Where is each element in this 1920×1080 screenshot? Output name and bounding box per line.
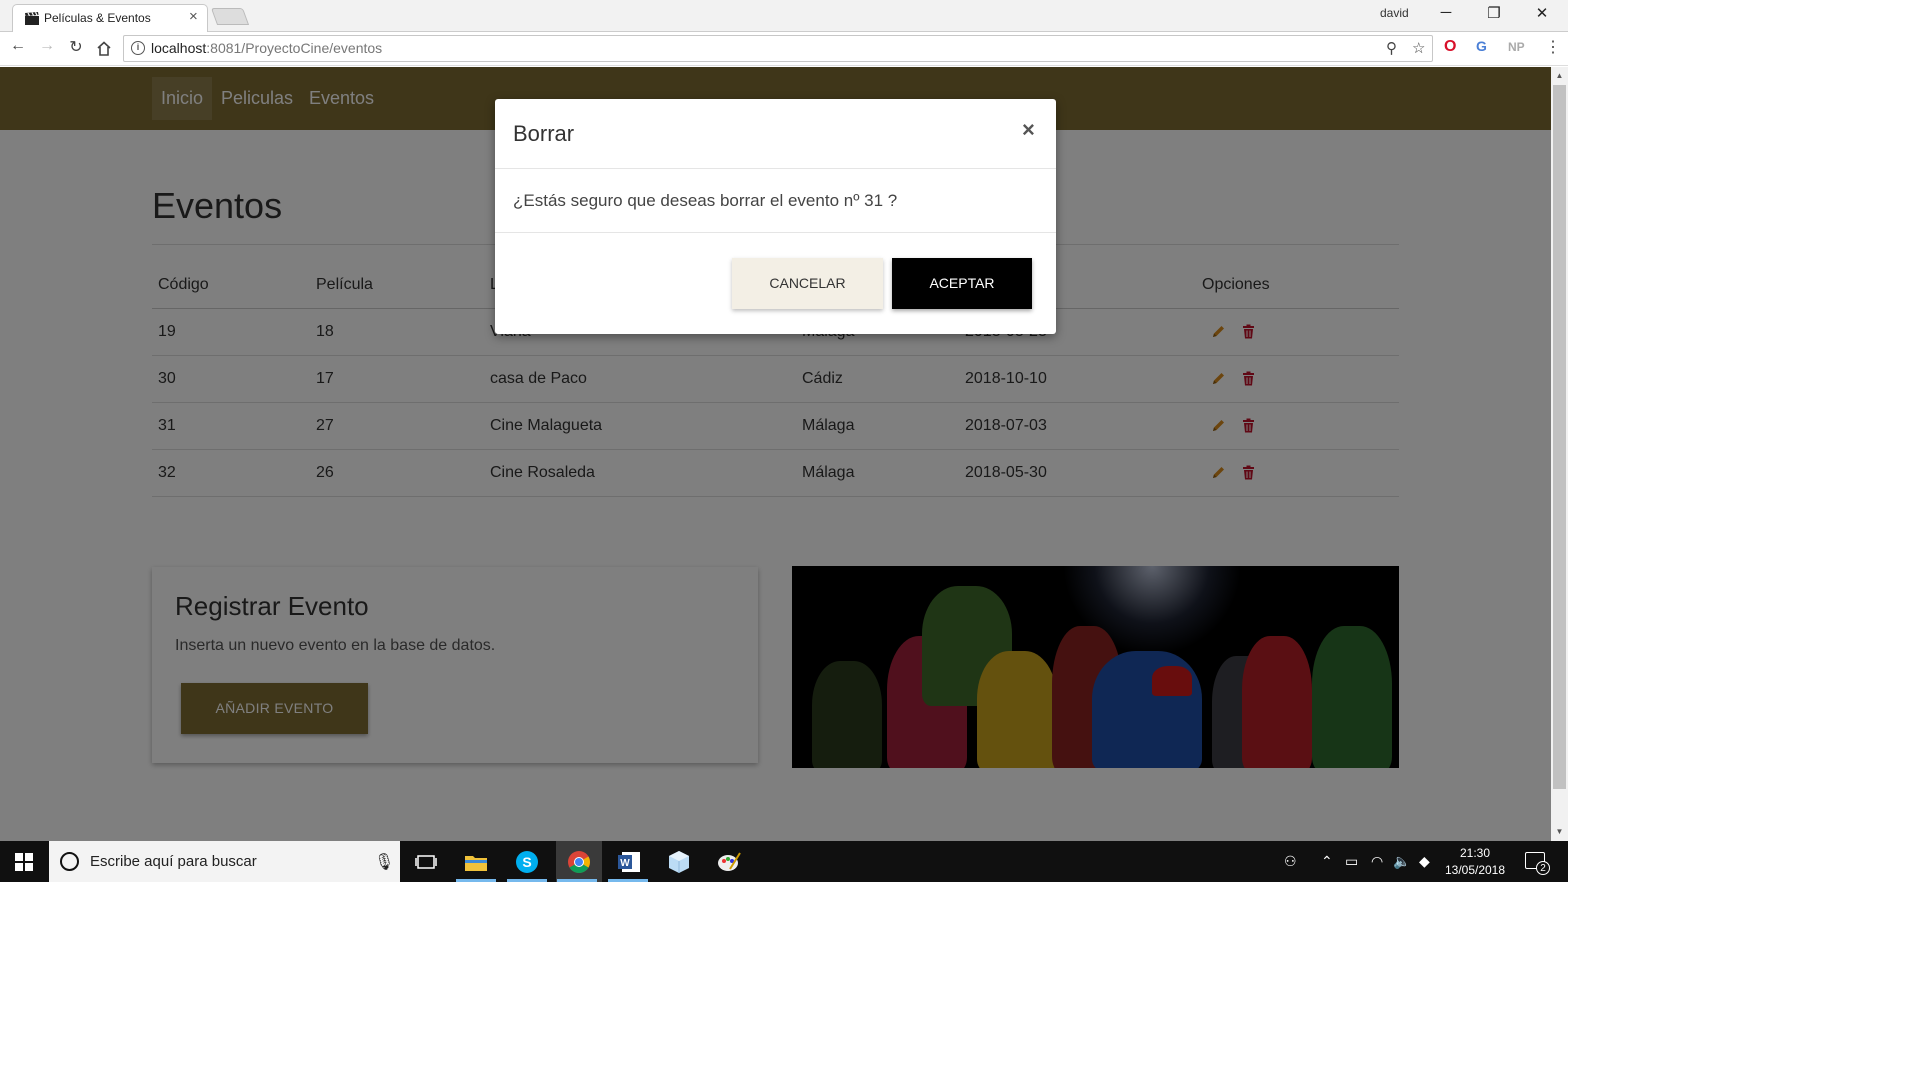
translate-icon[interactable]: G: [1476, 38, 1487, 54]
wifi-icon[interactable]: ◠: [1371, 853, 1383, 870]
windows-taskbar: Escribe aquí para buscar 🎙 S W ⚇ ⌃ ▭ ◠ 🔈…: [0, 841, 1568, 882]
svg-text:W: W: [620, 858, 630, 869]
tab-close-icon[interactable]: ×: [189, 8, 198, 25]
clapperboard-icon: [25, 12, 39, 25]
word-icon[interactable]: W: [616, 849, 642, 875]
close-icon[interactable]: ×: [1022, 117, 1035, 143]
paint-icon[interactable]: [716, 849, 742, 875]
browser-toolbar: ← → ↻ i localhost:8081/ProyectoCine/even…: [0, 32, 1568, 66]
profile-name[interactable]: david: [1380, 6, 1409, 20]
tab-title: Películas & Eventos: [44, 11, 151, 25]
skype-icon[interactable]: S: [514, 849, 540, 875]
browser-tabstrip: Películas & Eventos × david ─ ❐ ✕: [0, 0, 1568, 33]
3d-box-icon[interactable]: [666, 849, 692, 875]
chrome-icon[interactable]: [566, 849, 592, 875]
windows-start-icon[interactable]: [15, 853, 33, 871]
task-view-icon[interactable]: [413, 849, 439, 875]
modal-message: ¿Estás seguro que deseas borrar el event…: [513, 191, 898, 210]
scroll-thumb[interactable]: [1553, 85, 1566, 789]
menu-dots-icon[interactable]: ⋮: [1542, 37, 1564, 57]
taskbar-clock[interactable]: 21:30 13/05/2018: [1440, 845, 1510, 879]
page-content: Inicio Peliculas Eventos Eventos Código …: [0, 67, 1551, 841]
delete-confirm-modal: Borrar × ¿Estás seguro que deseas borrar…: [495, 99, 1056, 334]
forward-icon[interactable]: →: [36, 37, 58, 55]
browser-tab[interactable]: Películas & Eventos ×: [12, 4, 208, 33]
address-bar[interactable]: i localhost:8081/ProyectoCine/eventos ⚲ …: [123, 35, 1433, 62]
chevron-up-icon[interactable]: ⌃: [1321, 853, 1333, 870]
opera-icon[interactable]: O: [1444, 38, 1456, 56]
back-icon[interactable]: ←: [7, 37, 29, 55]
microphone-icon[interactable]: 🎙: [374, 852, 394, 872]
search-placeholder: Escribe aquí para buscar: [90, 853, 257, 870]
taskbar-search-input[interactable]: Escribe aquí para buscar 🎙: [49, 841, 400, 882]
accept-button[interactable]: ACEPTAR: [892, 258, 1032, 309]
reload-icon[interactable]: ↻: [65, 37, 87, 57]
bookmark-star-icon[interactable]: ☆: [1412, 39, 1425, 57]
file-explorer-icon[interactable]: [463, 849, 489, 875]
home-icon[interactable]: [96, 41, 112, 56]
page-scrollbar[interactable]: ▲ ▼: [1551, 67, 1568, 841]
zoom-icon[interactable]: ⚲: [1386, 39, 1397, 57]
scroll-down-icon[interactable]: ▼: [1551, 827, 1568, 836]
dropbox-icon[interactable]: ◆: [1419, 853, 1430, 870]
notification-count: 2: [1536, 861, 1550, 875]
battery-icon[interactable]: ▭: [1345, 853, 1358, 870]
url-text[interactable]: localhost:8081/ProyectoCine/eventos: [151, 40, 382, 56]
new-tab-button[interactable]: [210, 8, 250, 25]
scroll-up-icon[interactable]: ▲: [1551, 71, 1568, 80]
minimize-icon[interactable]: ─: [1434, 4, 1458, 21]
restore-icon[interactable]: ❐: [1482, 4, 1506, 22]
info-icon[interactable]: i: [131, 41, 145, 55]
np-extension-icon[interactable]: NP: [1508, 40, 1525, 54]
people-icon[interactable]: ⚇: [1284, 853, 1297, 870]
cancel-button[interactable]: CANCELAR: [732, 258, 883, 309]
cortana-icon[interactable]: [60, 852, 79, 871]
clock-date: 13/05/2018: [1444, 863, 1506, 877]
close-window-icon[interactable]: ✕: [1530, 4, 1554, 22]
svg-text:S: S: [522, 854, 531, 870]
modal-title: Borrar: [513, 121, 575, 146]
clock-time: 21:30: [1459, 846, 1491, 860]
volume-icon[interactable]: 🔈: [1393, 853, 1410, 870]
